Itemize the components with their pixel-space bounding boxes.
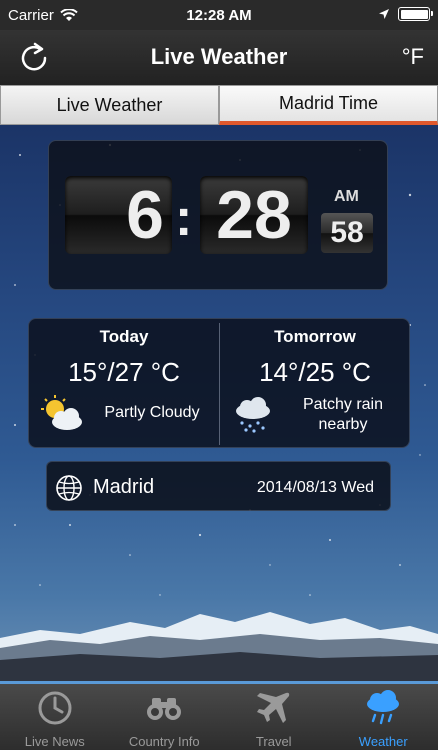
airplane-icon: [256, 692, 289, 723]
date-label: 2014/08/13 Wed: [256, 479, 374, 496]
forecast-day-label: Tomorrow: [274, 327, 356, 346]
tab-label: Country Info: [128, 734, 200, 749]
forecast-description: Partly Cloudy: [104, 404, 200, 421]
tab-bar: Live News Country Info Travel Weather: [0, 681, 438, 750]
forecast-tomorrow: Tomorrow 14°/25 °C Patchy rain nearby: [220, 319, 410, 449]
status-bar: Carrier 12:28 AM: [0, 0, 438, 30]
forecast-temperature: 15°/27 °C: [68, 357, 180, 387]
binoculars-icon: [147, 698, 182, 720]
forecast-temperature: 14°/25 °C: [259, 357, 371, 387]
forecast-description: Patchy rain nearby: [280, 395, 406, 435]
clock-icon: [38, 691, 72, 725]
tab-label: Weather: [358, 734, 408, 749]
navigation-bar: Live Weather °F: [0, 30, 438, 85]
tab-label: Live News: [24, 734, 85, 749]
clock-panel: 6 : 28 AM 58: [48, 140, 388, 290]
tab-travel[interactable]: Travel: [219, 684, 329, 750]
clock-ampm: AM: [334, 188, 359, 205]
tab-live-news[interactable]: Live News: [0, 684, 110, 750]
location-arrow-icon: [379, 9, 389, 19]
forecast-day-label: Today: [99, 327, 149, 346]
segment-madrid-time[interactable]: Madrid Time: [219, 85, 438, 125]
tab-country-info[interactable]: Country Info: [110, 684, 220, 750]
segment-live-weather[interactable]: Live Weather: [0, 85, 219, 125]
rain-cloud-icon: [236, 397, 270, 433]
location-bar[interactable]: Madrid 2014/08/13 Wed: [46, 461, 391, 511]
battery-icon: [398, 7, 433, 21]
forecast-description-line1: Patchy rain: [302, 396, 384, 413]
clock-hour: 6: [65, 176, 172, 254]
tab-label: Travel: [255, 734, 292, 749]
segmented-control: Live Weather Madrid Time: [0, 85, 438, 125]
globe-icon: [56, 475, 82, 501]
forecast-panel: Today 15°/27 °C Partly Cloudy Tomorrow 1…: [28, 318, 410, 448]
forecast-description-line2: nearby: [318, 416, 368, 433]
status-time: 12:28 AM: [186, 7, 252, 24]
tab-weather[interactable]: Weather: [329, 684, 438, 750]
forecast-today: Today 15°/27 °C Partly Cloudy: [29, 319, 219, 449]
unit-toggle-button[interactable]: °F: [402, 44, 424, 70]
city-name: Madrid: [93, 476, 155, 498]
clock-separator: :: [175, 189, 193, 247]
clock-second: 58: [321, 213, 373, 253]
mountains-illustration: [0, 612, 438, 681]
partly-cloudy-icon: [41, 395, 82, 430]
page-title: Live Weather: [150, 44, 288, 69]
weather-icon: [367, 690, 400, 725]
clock-minute: 28: [200, 176, 308, 254]
